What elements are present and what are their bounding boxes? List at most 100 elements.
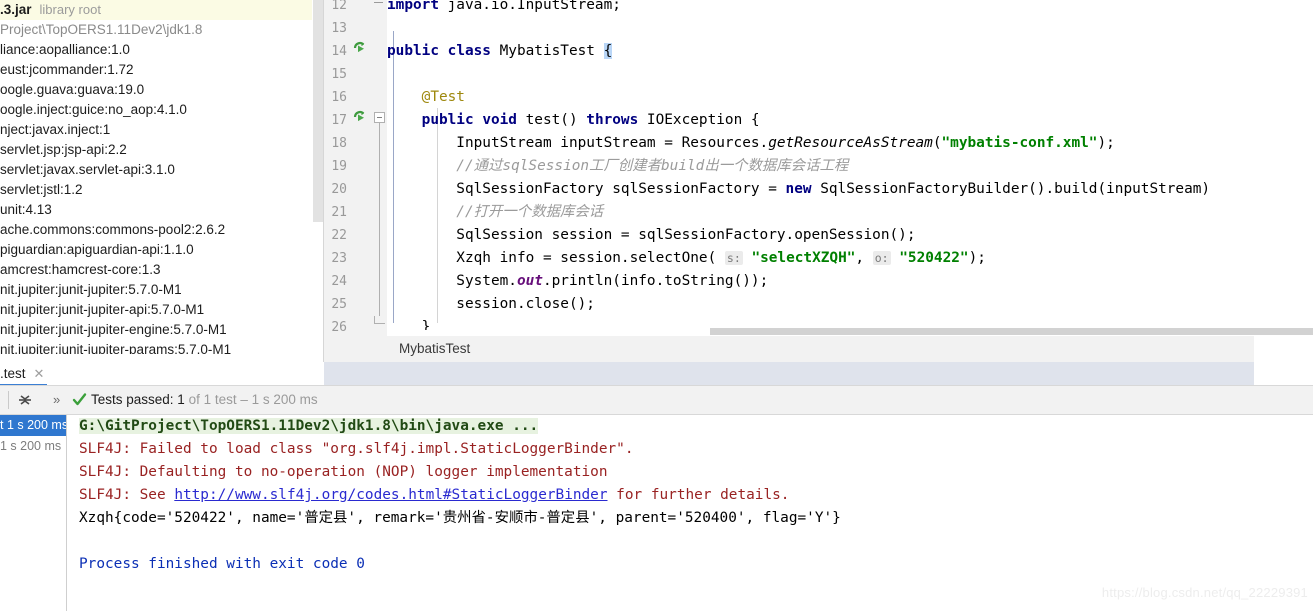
code-line[interactable]: //打开一个数据库会话 [387, 201, 603, 224]
line-number: 20 [331, 182, 347, 197]
tests-detail-label: of 1 test – 1 s 200 ms [184, 392, 318, 407]
console-line: SLF4J: See http://www.slf4j.org/codes.ht… [79, 484, 789, 507]
dependencies-list[interactable]: .3.jar library root Project\TopOERS1.11De… [0, 0, 312, 362]
list-item[interactable]: nject:javax.inject:1 [0, 120, 312, 140]
dependency-label: servlet:javax.servlet-api:3.1.0 [0, 162, 175, 177]
code-line[interactable]: } [387, 316, 431, 330]
parameter-hint-s: s: [724, 251, 743, 265]
list-item[interactable]: nit.jupiter:junit-jupiter-api:5.7.0-M1 [0, 300, 312, 320]
code-line[interactable]: Xzqh info = session.selectOne( s: "selec… [387, 247, 986, 270]
ide-window: › › .3.jarlibrary root Project\TopOERS1.… [0, 0, 1313, 611]
test-runner-toolbar[interactable]: » Tests passed: 1 of 1 test – 1 s 200 ms [0, 386, 1313, 414]
code-line[interactable]: session.close(); [387, 293, 595, 316]
console-line: Process finished with exit code 0 [79, 556, 365, 572]
expand-all-icon[interactable] [16, 392, 36, 408]
list-item[interactable]: servlet.jsp:jsp-api:2.2 [0, 140, 312, 160]
fold-range-line [379, 123, 380, 316]
library-root-label: library root [39, 2, 101, 17]
list-item[interactable]: nit.jupiter:junit-jupiter-params:5.7.0-M… [0, 340, 312, 354]
fold-collapse-icon[interactable] [374, 112, 385, 123]
dependency-label: servlet:jstl:1.2 [0, 182, 83, 197]
list-item[interactable]: Project\TopOERS1.11Dev2\jdk1.8 [0, 20, 312, 40]
toolwindow-tab-strip[interactable]: .test ✕ [0, 362, 324, 386]
console-line: SLF4J: Defaulting to no-operation (NOP) … [79, 464, 608, 480]
test-results-tree[interactable]: t 1 s 200 ms 1 s 200 ms [0, 415, 68, 611]
dependency-label: nject:javax.inject:1 [0, 122, 111, 137]
code-line[interactable]: import java.io.InputStream; [387, 0, 621, 17]
code-line[interactable]: InputStream inputStream = Resources.getR… [387, 132, 1115, 155]
line-number: 16 [331, 90, 347, 105]
close-icon[interactable]: ✕ [34, 366, 45, 381]
list-item[interactable]: oogle.inject:guice:no_aop:4.1.0 [0, 100, 312, 120]
breadcrumb[interactable]: MybatisTest [324, 336, 1254, 362]
console-text: for further details. [607, 487, 790, 503]
run-test-icon[interactable] [352, 40, 368, 56]
list-item[interactable]: piguardian:apiguardian-api:1.1.0 [0, 240, 312, 260]
list-item[interactable]: unit:4.13 [0, 200, 312, 220]
fold-minus-icon[interactable] [374, 2, 383, 3]
tab-test[interactable]: .test ✕ [0, 362, 44, 385]
slf4j-link[interactable]: http://www.slf4j.org/codes.html#StaticLo… [174, 487, 607, 503]
dependency-label: piguardian:apiguardian-api:1.1.0 [0, 242, 194, 257]
tab-label: .test [0, 366, 26, 381]
dependency-label: unit:4.13 [0, 202, 52, 217]
code-editor[interactable]: 12 13 14 15 16 17 18 19 20 21 22 23 24 2… [324, 0, 1313, 336]
code-folding-strip[interactable] [374, 0, 387, 336]
line-number: 18 [331, 136, 347, 151]
console-line: G:\GitProject\TopOERS1.11Dev2\jdk1.8\bin… [79, 415, 539, 438]
run-test-icon[interactable] [352, 109, 368, 125]
list-item[interactable]: liance:aopalliance:1.0 [0, 40, 312, 60]
tests-passed-label: Tests passed: 1 [91, 392, 185, 407]
line-number: 12 [331, 0, 347, 13]
editor-horizontal-scrollbar[interactable] [710, 328, 1313, 335]
dependency-label: nit.jupiter:junit-jupiter-api:5.7.0-M1 [0, 302, 205, 317]
scrollbar-thumb[interactable] [710, 328, 1313, 335]
divider [8, 391, 9, 409]
dependency-label: liance:aopalliance:1.0 [0, 42, 130, 57]
console-output[interactable]: G:\GitProject\TopOERS1.11Dev2\jdk1.8\bin… [67, 415, 1313, 611]
line-number: 19 [331, 159, 347, 174]
list-item[interactable]: .3.jar library root [0, 0, 312, 20]
dependency-label: nit.jupiter:junit-jupiter:5.7.0-M1 [0, 282, 182, 297]
dependency-label: servlet.jsp:jsp-api:2.2 [0, 142, 127, 157]
code-line[interactable]: public void test() throws IOException { [387, 109, 760, 132]
line-number: 13 [331, 21, 347, 36]
breadcrumb-class-label[interactable]: MybatisTest [399, 336, 470, 362]
list-item[interactable]: ache.commons:commons-pool2:2.6.2 [0, 220, 312, 240]
toolbar-overflow-button[interactable]: » [53, 386, 60, 414]
code-line[interactable]: public class MybatisTest { [387, 40, 613, 63]
dependency-label: oogle.inject:guice:no_aop:4.1.0 [0, 102, 187, 117]
test-tree-row[interactable]: t 1 s 200 ms [0, 415, 68, 436]
code-line[interactable]: SqlSession session = sqlSessionFactory.o… [387, 224, 915, 247]
code-line[interactable]: System.out.println(info.toString()); [387, 270, 768, 293]
list-item[interactable]: amcrest:hamcrest-core:1.3 [0, 260, 312, 280]
line-number: 17 [331, 113, 347, 128]
dependency-label: nit.jupiter:junit-jupiter-engine:5.7.0-M… [0, 322, 227, 337]
line-number: 21 [331, 205, 347, 220]
breadcrumb-filler [1254, 336, 1313, 362]
parameter-hint-o: o: [872, 251, 891, 265]
list-item[interactable]: nit.jupiter:junit-jupiter-engine:5.7.0-M… [0, 320, 312, 340]
code-line[interactable]: SqlSessionFactory sqlSessionFactory = ne… [387, 178, 1210, 201]
list-item[interactable]: oogle.guava:guava:19.0 [0, 80, 312, 100]
code-line[interactable]: @Test [387, 86, 465, 109]
dependency-label: ache.commons:commons-pool2:2.6.2 [0, 222, 226, 237]
list-item[interactable]: servlet:jstl:1.2 [0, 180, 312, 200]
toolwindow-band [324, 362, 1254, 386]
fold-end-icon[interactable] [374, 316, 385, 324]
code-text-area[interactable]: import java.io.InputStream; public class… [387, 0, 1313, 330]
list-item[interactable]: servlet:javax.servlet-api:3.1.0 [0, 160, 312, 180]
line-number: 24 [331, 274, 347, 289]
list-item[interactable]: eust:jcommander:1.72 [0, 60, 312, 80]
editor-gutter[interactable]: 12 13 14 15 16 17 18 19 20 21 22 23 24 2… [324, 0, 387, 336]
dependency-label: Project\TopOERS1.11Dev2\jdk1.8 [0, 22, 203, 37]
list-item[interactable]: nit.jupiter:junit-jupiter:5.7.0-M1 [0, 280, 312, 300]
test-result-summary: Tests passed: 1 of 1 test – 1 s 200 ms [91, 386, 318, 414]
console-line: SLF4J: Failed to load class "org.slf4j.i… [79, 441, 634, 457]
line-number: 23 [331, 251, 347, 266]
line-number: 14 [331, 44, 347, 59]
dependency-label: nit.jupiter:junit-jupiter-params:5.7.0-M… [0, 342, 232, 354]
test-tree-row[interactable]: 1 s 200 ms [0, 436, 66, 457]
dependency-label: .3.jar [0, 2, 32, 17]
code-line[interactable]: //通过sqlSession工厂创建者build出一个数据库会话工程 [387, 155, 848, 178]
